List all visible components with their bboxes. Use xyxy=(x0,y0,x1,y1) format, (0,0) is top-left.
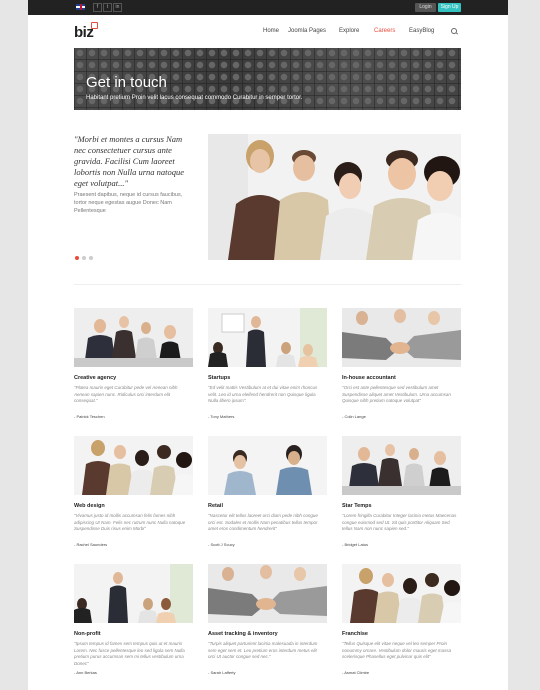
card-title: Startups xyxy=(208,375,231,381)
linkedin-icon[interactable]: in xyxy=(113,3,122,12)
card-author: - Scott J Scucy xyxy=(208,542,235,547)
card-author: - Ann Berkas xyxy=(74,670,97,675)
card-image xyxy=(208,436,327,495)
team-photo xyxy=(208,134,461,260)
card-text: "Tellus Quisque elit vitae neque vel leo… xyxy=(342,641,452,659)
testimonial-quote: "Morbi et montes a cursus Nam nec consec… xyxy=(74,134,185,188)
login-button[interactable]: Login xyxy=(415,3,436,12)
section-divider xyxy=(74,284,461,285)
nav-joomla-pages[interactable]: Joomla Pages xyxy=(288,28,326,34)
nav-careers[interactable]: Careers xyxy=(374,28,395,34)
card-image xyxy=(342,436,461,495)
slider-dot-3[interactable] xyxy=(89,256,93,260)
card-title: Creative agency xyxy=(74,375,117,381)
logo-mark-icon xyxy=(91,22,98,29)
card-title: Asset tracking & inventory xyxy=(208,631,278,637)
card-author: - Patrick Teschen xyxy=(74,414,105,419)
facebook-icon[interactable]: f xyxy=(93,3,102,12)
card-author: - Rachel Saunders xyxy=(74,542,108,547)
slider-dot-1[interactable] xyxy=(75,256,79,260)
nav-easyblog[interactable]: EasyBlog xyxy=(409,28,434,34)
card-text: "Platea mauris eget Curabitur pede vel A… xyxy=(74,385,178,403)
card-image xyxy=(74,308,193,367)
top-bar: f t in Login Sign Up xyxy=(28,0,508,15)
card-image xyxy=(208,564,327,623)
card-text: "Vivamus justo id mollis accumsan felis … xyxy=(74,513,186,531)
card-image xyxy=(342,564,461,623)
card-author: - Bridget Latus xyxy=(342,542,369,547)
card-text: "Nascetur elit tellus laoreet orci diam … xyxy=(208,513,318,531)
card-image xyxy=(342,308,461,367)
slider-dot-2[interactable] xyxy=(82,256,86,260)
card-title: Web design xyxy=(74,503,105,509)
card-title: Star Temps xyxy=(342,503,372,509)
card-title: Franchise xyxy=(342,631,368,637)
nav-explore[interactable]: Explore xyxy=(339,28,359,34)
hero-subtitle: Habitant pretium Proin velit lacus conse… xyxy=(86,95,303,101)
page: f t in Login Sign Up biz Home Joomla Pag… xyxy=(28,0,508,690)
card-text: "Ipsum tempus id fames sem tempus quis u… xyxy=(74,641,185,666)
card-image xyxy=(74,564,193,623)
card-title: In-house accountant xyxy=(342,375,396,381)
card-title: Retail xyxy=(208,503,223,509)
testimonial-body: Praesent dapibus, neque id cursus faucib… xyxy=(74,192,183,214)
hero-title: Get in touch xyxy=(86,74,167,91)
card-author: - Tony Mathers xyxy=(208,414,235,419)
card-author: - Sarah Lafferty xyxy=(208,670,236,675)
card-author: - Colin Lange xyxy=(342,414,366,419)
card-title: Non-profit xyxy=(74,631,101,637)
uk-flag-icon[interactable] xyxy=(76,4,85,10)
nav-home[interactable]: Home xyxy=(263,28,279,34)
card-text: "Ed velit mattis Vestibulum at et dui vi… xyxy=(208,385,318,403)
twitter-icon[interactable]: t xyxy=(103,3,112,12)
card-text: "Orci est ante pellentesque sed vestibul… xyxy=(342,385,451,403)
card-image xyxy=(74,436,193,495)
card-text: "Turpis aliquet parturient lacinia males… xyxy=(208,641,318,659)
card-image xyxy=(208,308,327,367)
card-author: - Asmat Climbe xyxy=(342,670,370,675)
sign-up-button[interactable]: Sign Up xyxy=(438,3,461,12)
search-icon[interactable] xyxy=(451,28,457,34)
card-text: "Lorem fringilla Curabitur Integer lacin… xyxy=(342,513,457,531)
hero-banner: Get in touch Habitant pretium Proin veli… xyxy=(74,48,461,110)
